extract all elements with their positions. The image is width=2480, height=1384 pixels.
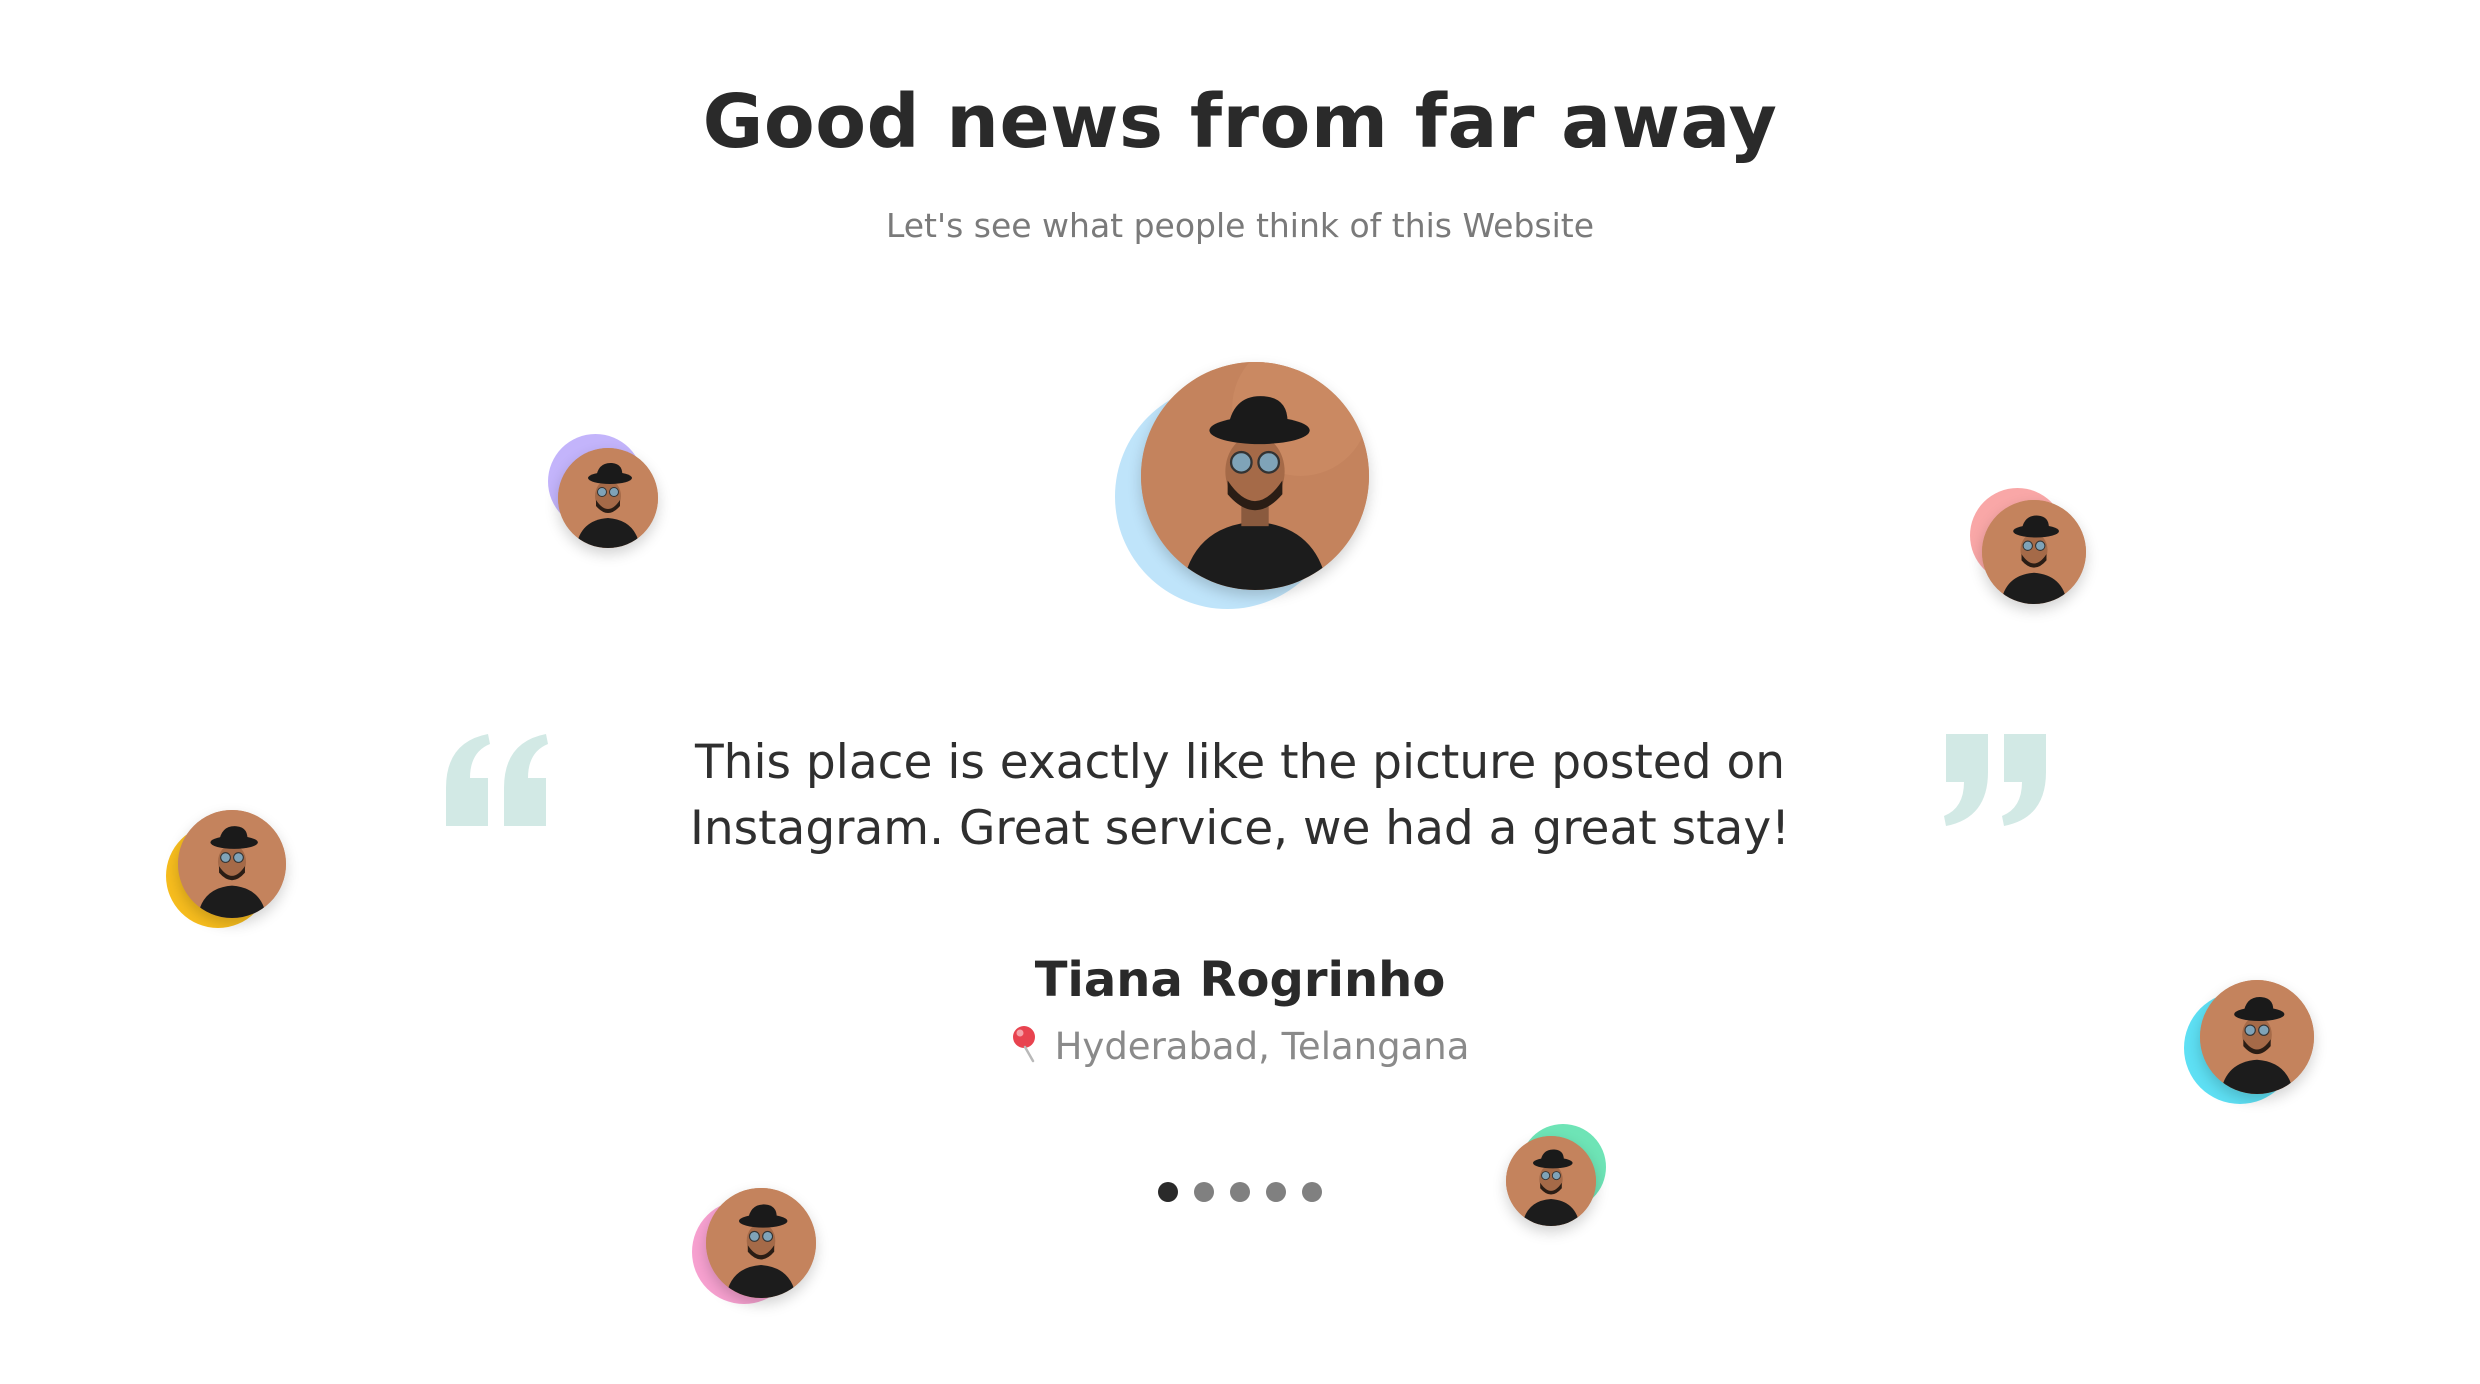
avatar [1982,500,2086,604]
carousel-dot-3[interactable] [1230,1182,1250,1202]
person-photo-icon [706,1188,816,1298]
carousel-dot-2[interactable] [1194,1182,1214,1202]
floating-avatar-top-right [1970,488,2090,608]
pin-icon [1012,1026,1035,1063]
main-avatar [1115,362,1385,609]
testimonial-page: Good news from far away Let's see what p… [0,0,2480,1384]
avatar [178,810,286,918]
testimonial-quote: This place is exactly like the picture p… [689,735,1790,856]
avatar [706,1188,816,1298]
page-subtitle: Let's see what people think of this Webs… [885,206,1595,245]
reviewer-name: Tiana Rogrinho [1034,952,1446,1008]
floating-avatar-bottom-center [1506,1124,1616,1239]
carousel-dot-5[interactable] [1302,1182,1322,1202]
person-photo-icon [1982,500,2086,604]
page-title: Good news from far away [702,79,1778,165]
carousel-pagination [1158,1182,1322,1206]
floating-avatar-bottom-left [692,1184,822,1314]
person-photo-icon [558,448,658,548]
person-photo-icon [1141,362,1369,590]
carousel-dot-1[interactable] [1158,1182,1178,1202]
person-photo-icon [1506,1136,1596,1226]
reviewer-location-text: Hyderabad, Telangana [1054,1025,1470,1068]
avatar [558,448,658,548]
floating-avatar-mid-left [166,806,291,931]
carousel-dot-4[interactable] [1266,1182,1286,1202]
open-quote-icon [442,730,552,830]
person-photo-icon [178,810,286,918]
close-quote-icon [1940,730,2050,830]
reviewer-location: Hyderabad, Telangana [0,1022,2480,1072]
floating-avatar-top-left [548,434,663,554]
avatar [1141,362,1369,590]
avatar [1506,1136,1596,1226]
